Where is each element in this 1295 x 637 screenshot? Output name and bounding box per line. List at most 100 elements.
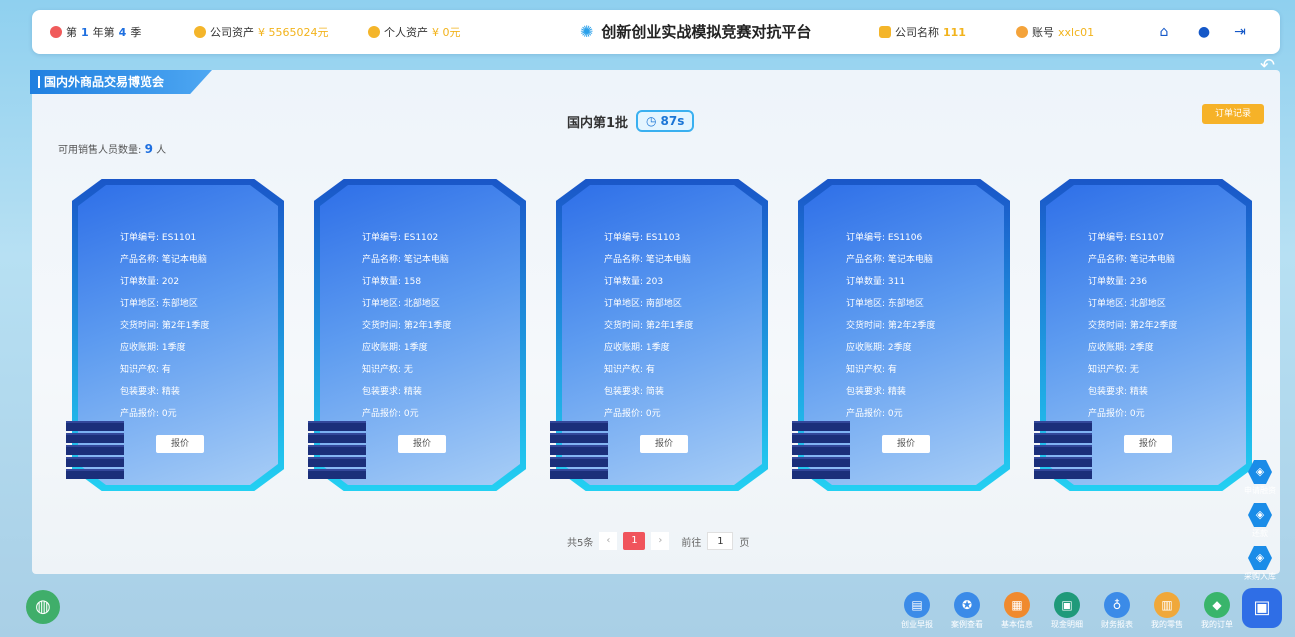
quantity-label: 订单数量: bbox=[362, 277, 402, 287]
dock-item-news[interactable]: ▤ 创业早报 bbox=[892, 592, 942, 630]
receivable-label: 应收账期: bbox=[604, 343, 644, 353]
dock-item-retail[interactable]: ▥ 我的零售 bbox=[1142, 592, 1192, 630]
packaging-row: 包装要求: 简装 bbox=[604, 381, 693, 403]
globe-icon[interactable]: ◍ bbox=[26, 590, 60, 624]
ip-label: 知识产权: bbox=[1088, 365, 1128, 375]
dock-item-financial-report[interactable]: ♁ 财务报表 bbox=[1092, 592, 1142, 630]
packaging-value: 精装 bbox=[161, 387, 180, 397]
batch-header: 国内第1批 ◷ 87s bbox=[567, 110, 695, 132]
platform-title-text: 创新创业实战模拟竞赛对抗平台 bbox=[601, 23, 812, 41]
quantity-row: 订单数量: 236 bbox=[1088, 271, 1177, 293]
quote-button[interactable]: 报价 bbox=[882, 435, 930, 453]
toolbox-icon[interactable]: ▣ bbox=[1242, 588, 1282, 628]
quantity-value: 236 bbox=[1129, 277, 1148, 287]
price-value: 0元 bbox=[887, 409, 903, 419]
dock-label: 我的零售 bbox=[1151, 620, 1183, 629]
quote-button[interactable]: 报价 bbox=[1124, 435, 1172, 453]
repay-button[interactable]: ◈ 还款 bbox=[1238, 503, 1282, 539]
price-label: 产品报价: bbox=[604, 409, 644, 419]
dock-label: 案例查看 bbox=[951, 620, 983, 629]
packaging-value: 精装 bbox=[1129, 387, 1148, 397]
personal-assets-value: ¥ 0元 bbox=[432, 26, 461, 39]
dock-item-cases[interactable]: ✪ 案例查看 bbox=[942, 592, 992, 630]
order-record-button[interactable]: 订单记录 bbox=[1202, 104, 1264, 124]
order-no-label: 订单编号: bbox=[604, 233, 644, 243]
personal-assets-label: 个人资产 bbox=[384, 26, 428, 39]
order-no-label: 订单编号: bbox=[1088, 233, 1128, 243]
quote-button[interactable]: 报价 bbox=[640, 435, 688, 453]
dock-label: 我的订单 bbox=[1201, 620, 1233, 629]
packaging-label: 包装要求: bbox=[846, 387, 886, 397]
price-label: 产品报价: bbox=[120, 409, 160, 419]
region-label: 订单地区: bbox=[120, 299, 160, 309]
order-no-value: ES1102 bbox=[403, 233, 439, 243]
order-fields: 订单编号: ES1102 产品名称: 笔记本电脑 订单数量: 158 订单地区:… bbox=[362, 227, 451, 425]
apply-finance-button[interactable]: ◈ 申请融资 bbox=[1238, 460, 1282, 496]
quote-button[interactable]: 报价 bbox=[156, 435, 204, 453]
bottom-dock: ▤ 创业早报 ✪ 案例查看 ▦ 基本信息 ▣ 现金明细 ♁ 财务报表 ▥ 我的零… bbox=[892, 592, 1242, 630]
user-icon[interactable]: ● bbox=[1196, 24, 1212, 40]
server-stack-icon bbox=[550, 421, 608, 489]
dock-label: 现金明细 bbox=[1051, 620, 1083, 629]
side-button-label: 申请融资 bbox=[1244, 486, 1276, 495]
lightbulb-icon: ✺ bbox=[580, 22, 594, 41]
next-page-icon[interactable]: › bbox=[651, 532, 670, 550]
product-row: 产品名称: 笔记本电脑 bbox=[1088, 249, 1177, 271]
price-value: 0元 bbox=[645, 409, 661, 419]
dock-item-cash[interactable]: ▣ 现金明细 bbox=[1042, 592, 1092, 630]
purchase-button[interactable]: ◈ 采购入库 bbox=[1238, 546, 1282, 582]
order-no-row: 订单编号: ES1102 bbox=[362, 227, 451, 249]
dock-item-orders[interactable]: ◆ 我的订单 bbox=[1192, 592, 1242, 630]
receivable-label: 应收账期: bbox=[362, 343, 402, 353]
receivable-label: 应收账期: bbox=[120, 343, 160, 353]
region-row: 订单地区: 北部地区 bbox=[1088, 293, 1177, 315]
packaging-value: 精装 bbox=[887, 387, 906, 397]
price-row: 产品报价: 0元 bbox=[362, 403, 451, 425]
sales-unit: 人 bbox=[156, 145, 167, 156]
quantity-label: 订单数量: bbox=[604, 277, 644, 287]
receivable-value: 2季度 bbox=[1129, 343, 1154, 353]
delivery-label: 交货时间: bbox=[846, 321, 886, 331]
delivery-value: 第2年2季度 bbox=[1129, 321, 1178, 331]
order-fields: 订单编号: ES1107 产品名称: 笔记本电脑 订单数量: 236 订单地区:… bbox=[1088, 227, 1177, 425]
packaging-row: 包装要求: 精装 bbox=[362, 381, 451, 403]
quantity-row: 订单数量: 202 bbox=[120, 271, 209, 293]
company-name-label: 公司名称 bbox=[895, 26, 939, 39]
delivery-label: 交货时间: bbox=[604, 321, 644, 331]
delivery-value: 第2年1季度 bbox=[645, 321, 694, 331]
coins-icon bbox=[368, 26, 380, 38]
platform-title: ✺ 创新创业实战模拟竞赛对抗平台 bbox=[580, 21, 811, 42]
timer-value: 87s bbox=[660, 114, 685, 128]
server-stack-icon bbox=[308, 421, 366, 489]
order-card: 订单编号: ES1102 产品名称: 笔记本电脑 订单数量: 158 订单地区:… bbox=[308, 179, 526, 493]
dock-item-basic-info[interactable]: ▦ 基本信息 bbox=[992, 592, 1042, 630]
order-card: 订单编号: ES1106 产品名称: 笔记本电脑 订单数量: 311 订单地区:… bbox=[792, 179, 1010, 493]
order-card: 订单编号: ES1107 产品名称: 笔记本电脑 订单数量: 236 订单地区:… bbox=[1034, 179, 1252, 493]
ip-value: 无 bbox=[403, 365, 413, 375]
ip-row: 知识产权: 有 bbox=[846, 359, 935, 381]
prev-page-icon[interactable]: ‹ bbox=[599, 532, 618, 550]
ip-row: 知识产权: 无 bbox=[1088, 359, 1177, 381]
side-button-label: 还款 bbox=[1252, 529, 1268, 538]
ip-row: 知识产权: 无 bbox=[362, 359, 451, 381]
quote-button[interactable]: 报价 bbox=[398, 435, 446, 453]
personal-assets: 个人资产 ¥ 0元 bbox=[368, 24, 461, 40]
product-label: 产品名称: bbox=[1088, 255, 1128, 265]
receivable-row: 应收账期: 2季度 bbox=[846, 337, 935, 359]
region-row: 订单地区: 南部地区 bbox=[604, 293, 693, 315]
delivery-label: 交货时间: bbox=[120, 321, 160, 331]
order-no-row: 订单编号: ES1107 bbox=[1088, 227, 1177, 249]
page-1-button[interactable]: 1 bbox=[623, 532, 646, 550]
product-label: 产品名称: bbox=[604, 255, 644, 265]
logout-icon[interactable]: ⇥ bbox=[1232, 24, 1248, 40]
price-value: 0元 bbox=[161, 409, 177, 419]
home-icon[interactable]: ⌂ bbox=[1156, 24, 1172, 40]
price-row: 产品报价: 0元 bbox=[120, 403, 209, 425]
order-card: 订单编号: ES1101 产品名称: 笔记本电脑 订单数量: 202 订单地区:… bbox=[66, 179, 284, 493]
order-no-value: ES1106 bbox=[887, 233, 923, 243]
year-value: 1 bbox=[81, 25, 89, 39]
ip-row: 知识产权: 有 bbox=[120, 359, 209, 381]
delivery-row: 交货时间: 第2年1季度 bbox=[120, 315, 209, 337]
goto-page-input[interactable] bbox=[707, 532, 734, 550]
clock-icon: ◷ bbox=[646, 114, 657, 128]
